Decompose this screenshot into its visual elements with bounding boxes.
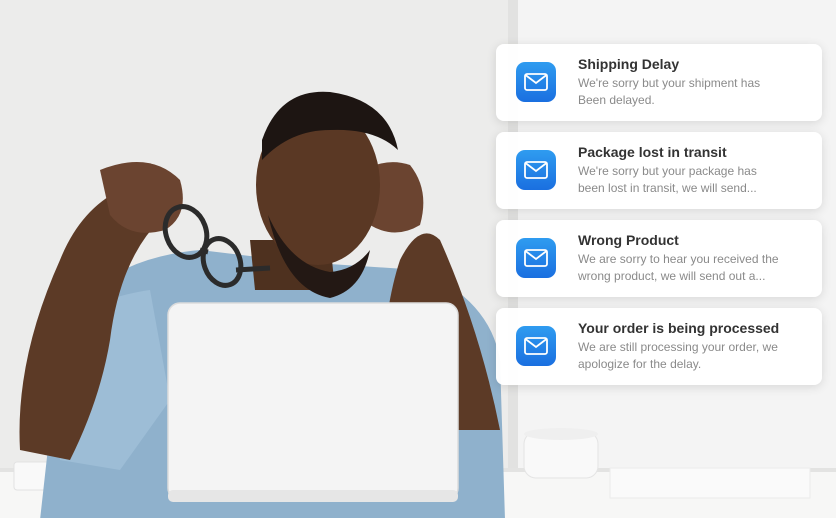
notification-body-line: We are sorry to hear you received the [578, 252, 779, 266]
notification-card[interactable]: Your order is being processed We are sti… [496, 308, 822, 385]
notification-body-line: apologize for the delay. [578, 357, 702, 371]
notification-card[interactable]: Package lost in transit We're sorry but … [496, 132, 822, 209]
notification-body-line: We are still processing your order, we [578, 340, 778, 354]
mug-top [524, 428, 598, 440]
notification-body-line: We're sorry but your shipment has [578, 76, 761, 90]
mail-icon [516, 150, 556, 190]
mail-icon [516, 326, 556, 366]
notification-text: Wrong Product We are sorry to hear you r… [578, 231, 814, 285]
notification-body-line: been lost in transit, we will send... [578, 181, 757, 195]
notification-text: Shipping Delay We're sorry but your ship… [578, 55, 814, 109]
notification-title: Wrong Product [578, 232, 679, 248]
notification-title: Shipping Delay [578, 56, 680, 72]
notification-title: Package lost in transit [578, 144, 727, 160]
mail-icon [516, 238, 556, 278]
laptop [167, 302, 459, 501]
notification-card[interactable]: Wrong Product We are sorry to hear you r… [496, 220, 822, 297]
mail-icon [516, 62, 556, 102]
notification-card[interactable]: Shipping Delay We're sorry but your ship… [496, 44, 822, 121]
notification-title: Your order is being processed [578, 320, 780, 336]
notification-body-line: wrong product, we will send out a... [578, 269, 766, 283]
notification-text: Package lost in transit We're sorry but … [578, 143, 814, 197]
laptop-base [168, 490, 458, 502]
papers [609, 467, 811, 499]
notification-body-line: We're sorry but your package has [578, 164, 757, 178]
notification-body-line: Been delayed. [578, 93, 655, 107]
notification-text: Your order is being processed We are sti… [578, 319, 814, 373]
